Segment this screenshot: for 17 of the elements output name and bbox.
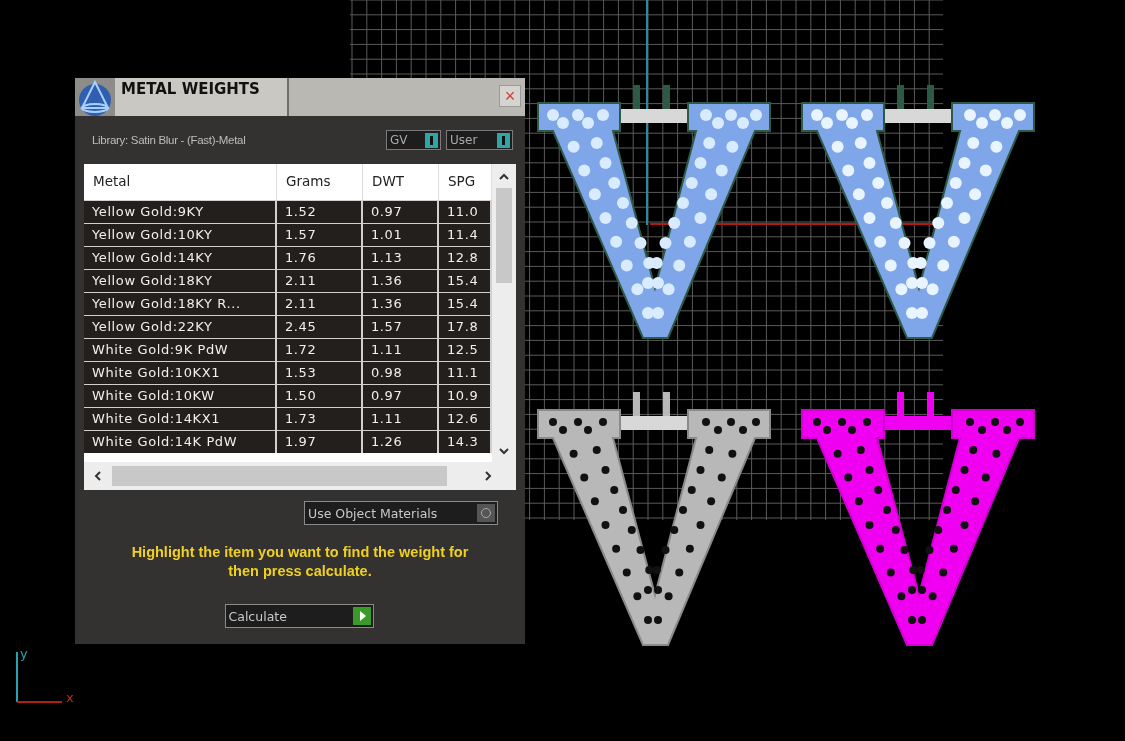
calculate-button[interactable]: Calculate xyxy=(224,604,374,628)
axis-indicator xyxy=(16,651,63,703)
axis-label: x xyxy=(66,690,74,705)
library-label: Library: Satin Blur - (Fast)-Metal xyxy=(92,134,246,146)
cone-icon xyxy=(75,78,115,116)
toggle-switch[interactable]: GV xyxy=(386,130,441,150)
table-cell: White Gold:14K PdW xyxy=(84,431,277,453)
toggle-switch[interactable]: User xyxy=(446,130,513,150)
scroll-thumb[interactable] xyxy=(112,466,447,486)
use-object-materials-toggle[interactable]: Use Object Materials xyxy=(304,501,498,525)
table-cell: 1.26 xyxy=(363,431,439,453)
play-icon xyxy=(352,607,371,625)
instruction-text: Highlight the item you want to find the weight for then press calculate. xyxy=(130,543,470,581)
axis-label: y xyxy=(20,646,28,661)
window-title: METAL WEIGHTS xyxy=(115,78,289,116)
scroll-thumb[interactable] xyxy=(496,188,512,283)
table-cell: 1.97 xyxy=(277,431,363,453)
